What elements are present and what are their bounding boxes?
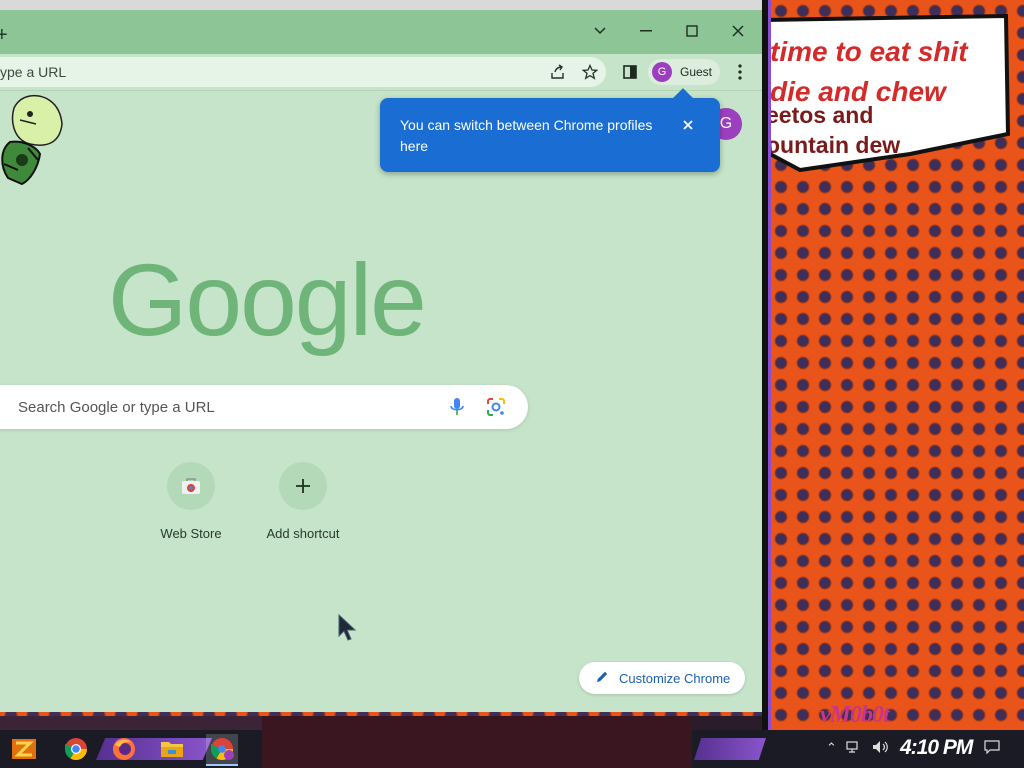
toolbar-divider [0, 90, 762, 91]
shortcut-label: Web Store [160, 526, 222, 541]
desktop-top-strip [0, 0, 770, 10]
profile-button[interactable]: G Guest [648, 59, 720, 85]
customize-chrome-label: Customize Chrome [619, 671, 731, 686]
address-bar-text[interactable]: ype a URL [0, 64, 66, 80]
tray-overflow-chevron-icon[interactable]: ⌃ [826, 740, 837, 756]
share-icon[interactable] [546, 60, 570, 84]
customize-chrome-button[interactable]: Customize Chrome [579, 662, 745, 694]
ntp-search-box[interactable]: Search Google or type a URL [0, 385, 528, 429]
taskbar-clock[interactable]: 4:10 PM [900, 736, 973, 760]
peridot-character-image [0, 94, 66, 195]
shortcut-add[interactable]: Add shortcut [248, 462, 358, 541]
notification-center-icon[interactable] [984, 740, 1000, 757]
pencil-icon [595, 670, 609, 689]
taskbar-art-strip-right [692, 716, 762, 730]
address-bar[interactable]: ype a URL [0, 57, 606, 87]
taskbar-chrome-icon[interactable] [60, 734, 92, 764]
browser-toolbar: ype a URL G Guest [0, 54, 762, 90]
meme-text-line-4: ountain dew [766, 132, 901, 158]
new-tab-button[interactable]: + [0, 24, 8, 47]
popup-close-button[interactable] [678, 115, 698, 135]
profile-label: Guest [680, 65, 713, 79]
tab-search-button[interactable] [587, 18, 613, 44]
popup-message: You can switch between Chrome profiles h… [400, 117, 653, 154]
shortcut-label: Add shortcut [266, 526, 340, 541]
side-panel-icon[interactable] [618, 60, 642, 84]
taskbar-decoration-right [694, 738, 766, 760]
taskbar-art-strip [0, 716, 262, 730]
web-store-icon [167, 462, 215, 510]
chrome-window: + ype a URL G Guest [0, 10, 764, 712]
close-button[interactable] [725, 18, 751, 44]
wallpaper-watermark: vM0b0t [820, 702, 890, 728]
minimize-button[interactable] [633, 18, 659, 44]
plus-icon [279, 462, 327, 510]
more-menu-icon[interactable] [728, 60, 752, 84]
meme-text-line-1: time to eat shit [770, 36, 968, 67]
volume-icon[interactable] [872, 740, 890, 757]
mouse-cursor-icon [338, 613, 358, 647]
title-bar: + [0, 10, 762, 54]
taskbar-chrome-guest-icon[interactable] [206, 734, 238, 766]
taskbar-art-center [262, 716, 692, 768]
meme-speech-bubble: time to eat shit die and chew eetos and … [760, 14, 1010, 172]
profile-avatar: G [652, 62, 672, 82]
taskbar-firefox-icon[interactable] [108, 734, 140, 764]
shortcut-web-store[interactable]: Web Store [136, 462, 246, 541]
taskbar-file-explorer-icon[interactable] [156, 734, 188, 764]
start-button[interactable] [8, 734, 40, 764]
profile-switch-tip-popup: You can switch between Chrome profiles h… [380, 88, 720, 172]
bookmark-star-icon[interactable] [578, 60, 602, 84]
microphone-icon[interactable] [450, 397, 464, 422]
wallpaper-border [768, 0, 771, 730]
search-placeholder[interactable]: Search Google or type a URL [18, 399, 215, 416]
google-logo: Google [108, 243, 427, 357]
network-icon[interactable] [846, 740, 862, 757]
popup-arrow [673, 88, 693, 108]
meme-text-line-3: eetos and [766, 102, 874, 128]
google-lens-icon[interactable] [486, 397, 506, 422]
maximize-button[interactable] [679, 18, 705, 44]
